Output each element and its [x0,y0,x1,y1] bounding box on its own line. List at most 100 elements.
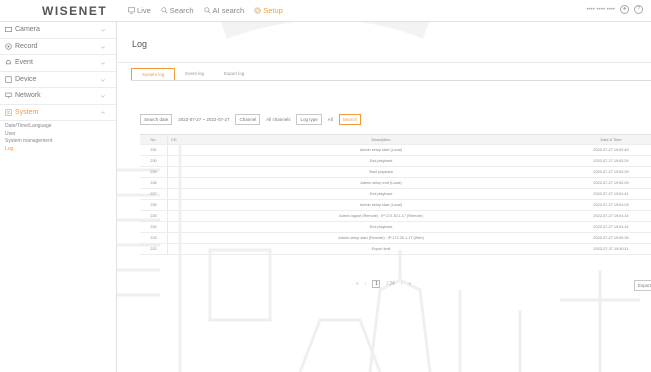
search-date-button[interactable]: Search date [140,114,173,125]
cell-desc: End playback [369,225,393,229]
cell-ch [167,211,191,221]
last-page-button[interactable]: » [408,281,411,287]
table-row[interactable]: 228 Admin setup end (Local) 2022-07-27 19:… [140,178,651,189]
tab-export-log[interactable]: Export log [214,68,254,80]
chevron-down-icon [100,78,106,82]
sidebar-item-event[interactable]: Event [0,55,116,72]
system-submenu: Date/Time/Language User System managemen… [0,121,116,153]
cell-no: 229 [150,170,157,174]
cell-ch [167,156,191,166]
cell-desc: Start playback [368,170,394,174]
sidebar-item-camera[interactable]: Camera [0,22,116,39]
sidebar-item-label: System [15,108,39,116]
cell-ch [167,200,191,210]
cell-desc: Admin logout (Remote) : IP:172.30.1.17 (… [339,214,423,218]
page-total: / 24 [386,281,395,287]
cell-date: 2022-07-27 19:52:29 [593,181,629,185]
divider [131,80,651,81]
tab-system-log[interactable]: System log [131,68,176,80]
system-icon [5,109,12,116]
device-icon [5,76,12,83]
sidebar-item-system[interactable]: System [0,105,116,121]
cell-date: 2022-07-27 19:51:14 [593,225,629,229]
nav-ai-search[interactable]: AI search [203,6,245,15]
table-row[interactable]: 223 Admin setup start (Remote) : IP:172.3… [140,233,651,244]
sidebar-item-network[interactable]: Network [0,88,116,105]
filter-bar: Search date 2022-07-27 ~ 2022-07-27 Chan… [140,114,362,125]
cell-date: 2022-07-27 19:52:49 [593,148,629,152]
main-panel: Log System log Event log Export log Sear… [118,22,651,372]
cell-ch [167,178,191,188]
nav-live[interactable]: Live [128,6,151,15]
nav-live-label: Live [137,6,151,15]
table-row[interactable]: 229 Start playback 2022-07-27 19:52:29 [140,167,651,178]
top-nav: Live Search AI search Setup [128,6,283,15]
nav-setup[interactable]: Setup [254,6,283,15]
top-bar: WISENET Live Search AI search Setup ••••… [0,0,651,22]
nav-setup-label: Setup [263,6,283,15]
record-icon [5,43,12,50]
cell-date: 2022-07-27 19:51:14 [593,214,629,218]
log-tabs: System log Event log Export log [131,68,254,80]
submenu-item-system-management[interactable]: System management [5,138,116,146]
table-row[interactable]: 222 Export limit 2022-07-27 19:50:11 [140,244,651,255]
sidebar-item-label: Camera [15,26,40,34]
cell-date: 2022-07-27 19:50:11 [593,247,629,251]
user-icon[interactable]: ● [620,5,629,14]
table-row[interactable]: 230 End playback 2022-07-27 19:52:29 [140,156,651,167]
submenu-item-log[interactable]: Log [5,146,116,154]
export-button[interactable]: Export [634,280,651,291]
current-page[interactable]: 1 [372,280,381,288]
pagination: « ‹ 1 / 24 › » [356,280,411,288]
chevron-down-icon [100,62,106,65]
top-right-tools: •••• •••• •••• ● ? [586,5,643,14]
prev-page-button[interactable]: ‹ [365,281,367,287]
table-row[interactable]: 227 End playback 2022-07-27 19:51:41 [140,189,651,200]
table-row[interactable]: 224 End playback 2022-07-27 19:51:14 [140,222,651,233]
cell-ch [167,233,191,243]
search-button[interactable]: Search [338,114,362,125]
sidebar-item-record[interactable]: Record [0,39,116,55]
submenu-item-date-time-language[interactable]: Date/Time/Language [5,123,116,131]
first-page-button[interactable]: « [356,281,359,287]
cell-desc: End playback [369,159,393,163]
sidebar-item-label: Record [15,42,38,50]
channel-button[interactable]: Channel [235,114,261,125]
cell-date: 2022-07-27 19:51:03 [593,203,629,207]
chevron-down-icon [100,45,106,49]
help-icon[interactable]: ? [634,5,643,14]
sidebar-item-label: Device [15,75,37,83]
cell-no: 223 [150,236,157,240]
chevron-up-icon [100,110,106,114]
cell-no: 224 [150,225,157,229]
nav-search[interactable]: Search [161,6,194,15]
cell-desc: Admin setup start (Remote) : IP:172.30.1… [338,236,424,240]
camera-icon [5,27,12,33]
logo: WISENET [42,4,108,18]
log-table: No. CH Description Date & Time 231 Admin … [140,134,651,255]
date-range-field[interactable]: 2022-07-27 ~ 2022-07-27 [176,115,231,124]
table-row[interactable]: 226 Admin setup start (Local) 2022-07-27 1… [140,200,651,211]
network-icon [5,92,12,99]
cell-no: 231 [150,148,157,152]
cell-no: 227 [150,192,157,196]
nav-search-label: Search [169,6,194,15]
chevron-down-icon [100,29,106,32]
cell-desc: Admin setup start (Local) [359,203,403,207]
nav-ai-search-label: AI search [212,6,245,15]
cell-desc: Admin setup end (Local) [360,181,402,185]
table-row[interactable]: 225 Admin logout (Remote) : IP:172.30.1.1… [140,211,651,222]
cell-no: 228 [150,181,157,185]
next-page-button[interactable]: › [401,281,403,287]
search-icon [161,7,168,14]
divider [118,62,651,63]
tab-event-log[interactable]: Event log [175,68,214,80]
cell-no: 222 [150,247,157,251]
table-row[interactable]: 231 Admin setup start (Local) 2022-07-27 1… [140,145,651,156]
log-type-button[interactable]: Log type [296,114,322,125]
cell-date: 2022-07-27 19:50:39 [593,236,629,240]
cell-ch [167,222,191,232]
submenu-item-user[interactable]: User [5,131,116,139]
sidebar-item-device[interactable]: Device [0,72,116,88]
col-no-header: No. [150,137,157,142]
